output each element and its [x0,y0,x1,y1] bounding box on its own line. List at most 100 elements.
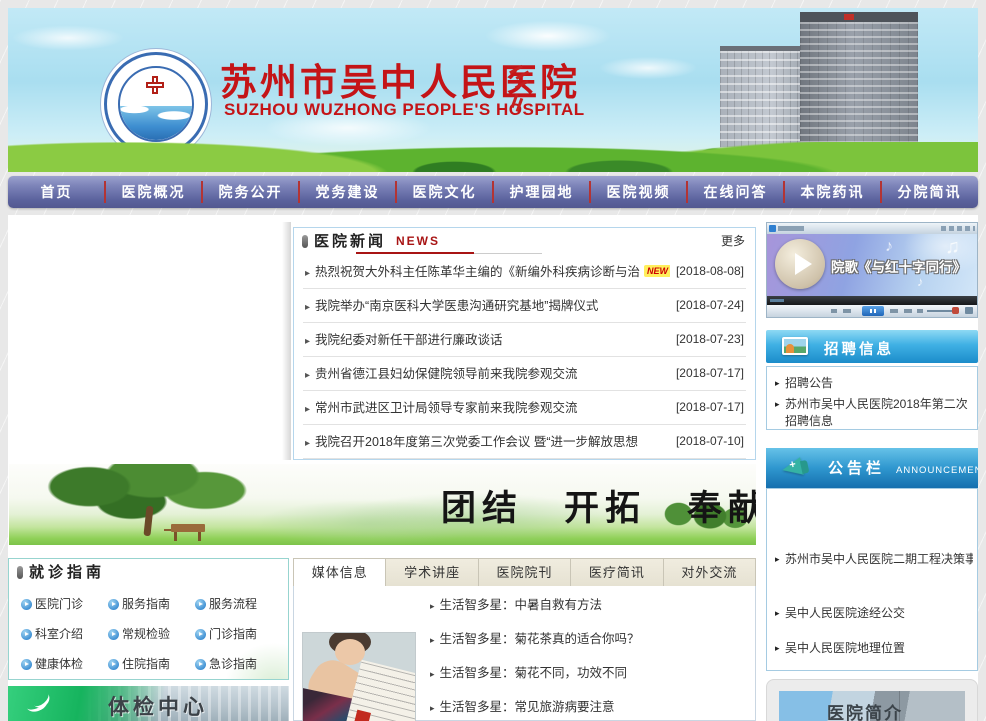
hospital-logo [104,52,208,156]
item-arrow-icon: ▸ [305,404,310,415]
recruit-link[interactable]: 招聘公告 [775,375,971,392]
snapshot-button[interactable] [965,307,973,314]
item-arrow-icon: ▸ [305,302,310,313]
news-row: ▸贵州省德江县妇幼保健院领导前来我院参观交流 [2018-07-17] [303,357,746,391]
announcement-link[interactable]: 吴中人民医院途经公交 [775,605,973,622]
guide-dot-icon [108,599,119,610]
nav-item-qa[interactable]: 在线问答 [687,176,784,208]
hospital-intro-panel[interactable]: 医院简介 [766,679,978,721]
grass-strip [8,142,978,172]
news-link[interactable]: 常州市武进区卫计局领导专家前来我院参观交流 [315,401,578,415]
recruit-link[interactable]: 苏州市吴中人民医院2018年第二次招聘信息 [775,396,971,430]
red-cross-icon [146,76,164,94]
media-link[interactable]: 生活智多星：菊花茶真的适合你吗？ [430,628,640,647]
nav-item-culture[interactable]: 医院文化 [396,176,493,208]
player-controls [767,305,977,317]
recruit-panel: 招聘公告 苏州市吴中人民医院2018年第二次招聘信息 [766,366,978,430]
tab-lectures[interactable]: 学术讲座 [385,558,478,587]
news-row: ▸ 我院召开2018年度第三次党委工作会议 暨“进一步解放思想 [2018-07-… [303,425,746,459]
news-date: [2018-08-08] [670,255,744,288]
news-list: ▸热烈祝贺大外科主任陈革华主编的《新编外科疾病诊断与治NEW [2018-08-… [294,255,755,459]
nav-item-videos[interactable]: 医院视频 [590,176,687,208]
media-panel: 生活智多星：中暑自救有方法 生活智多星：菊花茶真的适合你吗？ 生活智多星：菊花不… [293,586,756,721]
playlist-button[interactable] [904,309,912,313]
news-title-en: NEWS [396,228,440,255]
announcement-link[interactable]: 吴中人民医院地理位置 [775,640,973,657]
stop-button[interactable] [831,309,837,313]
news-more-link[interactable]: 更多 [721,228,745,255]
guide-link-service-flow[interactable]: 服务流程 [193,589,280,619]
news-row: ▸ 我院纪委对新任干部进行廉政谈话 [2018-07-23] [303,323,746,357]
news-link[interactable]: 我院纪委对新任干部进行廉政谈话 [315,333,503,347]
intro-image: 医院简介 [779,691,965,721]
guide-link-departments[interactable]: 科室介绍 [19,619,106,649]
announcement-header: 公告栏 ANNOUNCEMENT [766,448,978,488]
guide-dot-icon [195,599,206,610]
slogan-text: 团结 开拓 奉献 [441,480,756,531]
news-date: [2018-07-23] [670,323,744,356]
bench-illustration [171,524,205,532]
nav-item-branch-news[interactable]: 分院简讯 [881,176,978,208]
media-link[interactable]: 生活智多星：中暑自救有方法 [430,594,602,613]
guide-link-routine-tests[interactable]: 常规检验 [106,619,193,649]
play-button[interactable] [775,239,825,289]
tab-external-exchange[interactable]: 对外交流 [663,558,756,587]
volume-slider[interactable] [927,310,953,312]
pause-button[interactable] [862,306,884,316]
checkup-label: 体检中心 [108,691,208,721]
item-arrow-icon: ▸ [305,336,310,347]
music-note-icon: ♪ [917,274,924,289]
prev-button[interactable] [843,309,851,313]
news-date: [2018-07-10] [670,425,744,458]
media-link[interactable]: 生活智多星：菊花不同，功效不同 [430,662,627,681]
tab-hospital-journal[interactable]: 医院院刊 [478,558,571,587]
checkup-center-banner[interactable]: 体检中心 [8,686,289,721]
nav-item-open-affairs[interactable]: 院务公开 [202,176,299,208]
player-screen: ♪ ♫ ♪ 院歌《与红十字同行》 [767,234,977,296]
guide-dot-icon [21,659,32,670]
news-link[interactable]: 热烈祝贺大外科主任陈革华主编的《新编外科疾病诊断与治 [315,265,640,279]
announcement-link[interactable]: 苏州市吴中人民医院二期工程决策事 [775,551,973,568]
record-button[interactable] [952,307,959,314]
tab-medical-briefs[interactable]: 医疗简讯 [570,558,663,587]
recruit-header: 招聘信息 [766,330,978,363]
intro-label: 医院简介 [827,699,903,721]
guide-grid: 医院门诊 服务指南 服务流程 科室介绍 常规检验 门诊指南 健康体检 住院指南 … [9,587,288,679]
guide-link-service-guide[interactable]: 服务指南 [106,589,193,619]
media-link[interactable]: 生活智多星：常见旅游病要注意 [430,696,615,715]
news-underline [356,252,474,254]
news-date: [2018-07-24] [670,289,744,322]
bird-icon [26,692,52,714]
item-arrow-icon: ▸ [305,370,310,381]
tab-media-info[interactable]: 媒体信息 [293,558,386,587]
next-button[interactable] [890,309,898,313]
news-link[interactable]: 贵州省德江县妇幼保健院领导前来我院参观交流 [315,367,578,381]
guide-link-outpatient-guide[interactable]: 门诊指南 [193,619,280,649]
guide-link-checkup[interactable]: 健康体检 [19,649,106,679]
guide-link-inpatient-guide[interactable]: 住院指南 [106,649,193,679]
nav-item-overview[interactable]: 医院概况 [105,176,202,208]
hospital-homepage: 苏州市吴中人民医院 SUZHOU WUZHONG PEOPLE'S HOSPIT… [0,0,986,721]
player-name [778,226,804,231]
window-buttons[interactable] [941,226,975,231]
slogan-banner: 团结 开拓 奉献 [9,464,756,545]
news-header: 医院新闻 NEWS 更多 [294,228,755,255]
nav-item-pharmacy-news[interactable]: 本院药讯 [784,176,881,208]
guide-link-outpatient[interactable]: 医院门诊 [19,589,106,619]
guide-dot-icon [108,659,119,670]
player-logo-icon [769,225,776,232]
main-nav: 首页 医院概况 院务公开 党务建设 医院文化 护理园地 医院视频 在线问答 本院… [8,176,978,208]
nav-item-nursing[interactable]: 护理园地 [493,176,590,208]
news-title: 医院新闻 [314,228,386,255]
item-arrow-icon: ▸ [305,438,310,449]
nav-item-party-building[interactable]: 党务建设 [299,176,396,208]
news-link[interactable]: 我院召开2018年度第三次党委工作会议 暨“进一步解放思想 [315,435,638,449]
site-header: 苏州市吴中人民医院 SUZHOU WUZHONG PEOPLE'S HOSPIT… [8,8,978,172]
nav-item-home[interactable]: 首页 [8,176,105,208]
guide-link-emergency-guide[interactable]: 急诊指南 [193,649,280,679]
news-row: ▸ 我院举办“南京医科大学医患沟通研究基地”揭牌仪式 [2018-07-24] [303,289,746,323]
guide-header: 就诊指南 [9,559,288,587]
mute-button[interactable] [917,309,923,313]
video-caption: 院歌《与红十字同行》 [831,256,966,276]
news-link[interactable]: 我院举办“南京医科大学医患沟通研究基地”揭牌仪式 [315,299,598,313]
